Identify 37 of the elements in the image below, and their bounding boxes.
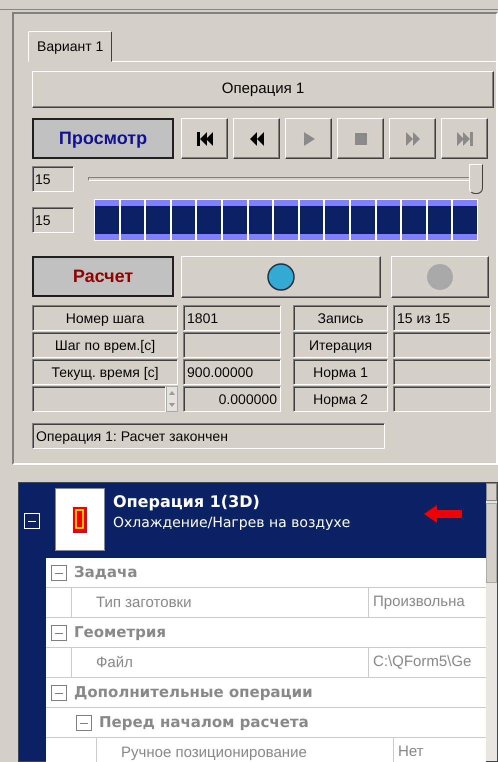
field-label: Текущ. время [с] [32, 359, 178, 385]
property-value[interactable]: Нет [394, 741, 486, 762]
field-label: Шаг по врем.[с] [32, 332, 178, 358]
property-value[interactable]: Произвольна [369, 591, 486, 614]
operation-icon [73, 506, 87, 532]
operation-button[interactable]: Операция 1 [32, 71, 494, 108]
property-value[interactable]: C:\QForm5\Ge [369, 651, 486, 674]
value-field: 1801 [183, 305, 281, 331]
category-label: Дополнительные операции [74, 682, 313, 704]
view-button[interactable]: Просмотр [32, 118, 174, 159]
slider-thumb[interactable] [469, 164, 483, 194]
operation-subtitle: Охлаждение/Нагрев на воздухе [113, 514, 352, 533]
calc-button[interactable]: Расчет [32, 256, 174, 297]
operation-title: Операция 1(3D) [113, 491, 261, 513]
field-label: Итерация [293, 332, 388, 358]
field-label: Норма 2 [293, 386, 388, 412]
property-name: Ручное позиционирование [96, 738, 394, 762]
status-field: Операция 1: Расчет закончен [32, 423, 385, 449]
rewind-button[interactable] [233, 118, 280, 159]
value-field: 0.000000 [183, 386, 281, 412]
value-field: 900.00000 [183, 359, 281, 385]
tab[interactable]: Вариант 1 [28, 31, 112, 62]
scrollbar[interactable] [486, 483, 497, 761]
field-label: Запись [293, 305, 388, 331]
category-label: Перед началом расчета [99, 712, 309, 734]
slider-track[interactable] [88, 164, 483, 194]
field-label: Номер шага [32, 305, 178, 331]
record-field[interactable]: 15 [32, 207, 74, 233]
field-label: Норма 1 [293, 359, 388, 385]
category-label: Задача [74, 562, 138, 584]
category-label: Геометрия [74, 622, 166, 644]
step-field[interactable]: 15 [32, 166, 74, 192]
value-field: 15 из 15 [393, 305, 491, 331]
spinner-field[interactable] [32, 386, 166, 412]
arrow-left-icon [424, 505, 462, 523]
indicator-button[interactable] [181, 256, 381, 298]
skip-start-button[interactable] [181, 118, 228, 159]
